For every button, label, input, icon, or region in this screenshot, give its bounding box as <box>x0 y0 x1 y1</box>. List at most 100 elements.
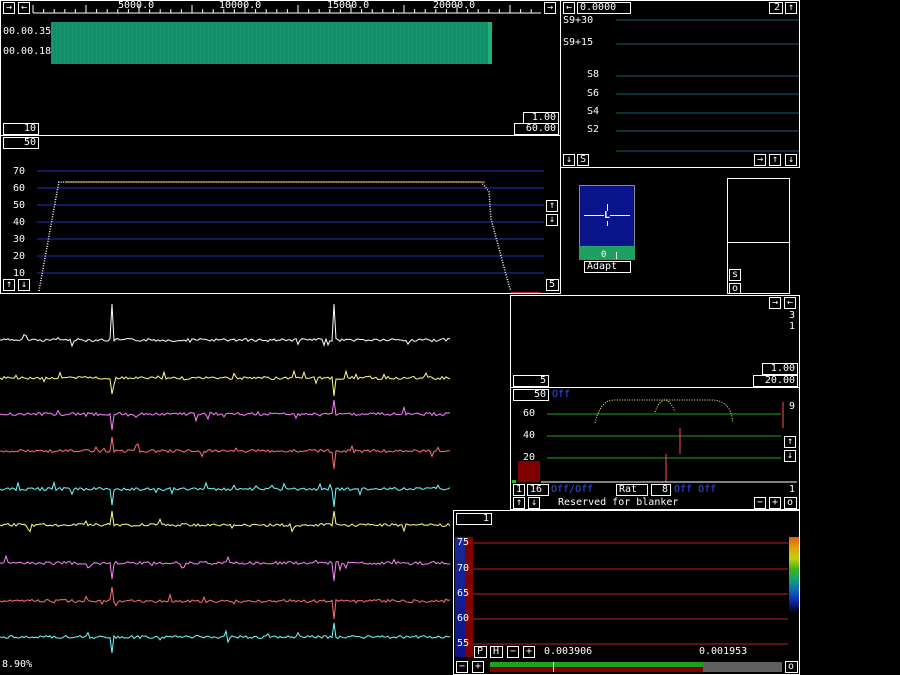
blanker-ch1[interactable]: 1 <box>513 484 525 496</box>
afc-value: 0 <box>601 250 607 260</box>
minus-icon[interactable]: − <box>507 646 519 658</box>
freq-tick-label: 5000.0 <box>118 0 155 11</box>
blanker-bottom-right: 1 <box>789 484 796 495</box>
minus-icon[interactable]: − <box>754 497 766 509</box>
y-tick-label: 75 <box>457 537 470 548</box>
baseband-o-button[interactable]: o <box>785 661 798 673</box>
waterfall-span[interactable]: 60.00 <box>514 123 559 135</box>
minus-icon[interactable]: − <box>456 661 468 673</box>
blanker-curve <box>654 399 676 413</box>
arrow-down-icon[interactable]: ↓ <box>528 497 540 509</box>
timf-trace <box>0 480 451 508</box>
arrow-up-icon[interactable]: ↑ <box>784 436 796 448</box>
arrow-up-icon[interactable]: ↑ <box>3 279 15 291</box>
spectrum-right-value[interactable]: 5 <box>546 279 559 291</box>
arrow-left-icon[interactable]: ← <box>784 297 796 309</box>
side-panel: s o <box>727 178 790 294</box>
plus-icon[interactable]: + <box>523 646 535 658</box>
y-tick-label: 40 <box>523 430 536 441</box>
arrow-down-icon[interactable]: ↓ <box>546 214 558 226</box>
waterfall-avg[interactable]: 10 <box>3 123 39 135</box>
coherent-avg[interactable]: 5 <box>513 375 549 387</box>
coherent-window: → ← 3 1 1.00 5 20.00 <box>510 295 800 388</box>
rat-value[interactable]: 8 <box>651 484 671 496</box>
spectrum-plot <box>37 170 544 293</box>
blanker-window: 50 Off 60 40 20 9 ↑ ↓ 1 16 Off/Off Rat 8… <box>510 387 800 510</box>
afc-marker <box>616 252 617 259</box>
smeter-window: ← 0.0000 2 ↑ S9+30 S9+15 S8 S6 S4 S2 ↓ S… <box>560 0 800 168</box>
smeter-s-button[interactable]: S <box>577 154 589 166</box>
baseband-window: 1 75 70 65 60 55 P H − + 0.003906 0.0019… <box>453 510 800 675</box>
y-tick-label: 40 <box>13 217 26 228</box>
side-divider <box>728 242 789 243</box>
arrow-up-icon[interactable]: ↑ <box>546 200 558 212</box>
afc-display[interactable]: L <box>579 185 635 247</box>
blanker-o-button[interactable]: o <box>784 497 797 509</box>
s-level-label: S9+30 <box>563 15 594 26</box>
y-tick-label: 20 <box>13 251 26 262</box>
rat-label: Rat <box>616 484 648 496</box>
waterfall-edge <box>488 22 492 64</box>
frequency-scale <box>32 5 541 14</box>
coherent-span[interactable]: 20.00 <box>753 375 798 387</box>
baseband-value-2: 0.001953 <box>699 646 748 657</box>
spectrum-trace <box>38 181 512 292</box>
afc-widget: L 0 Adapt <box>578 184 636 276</box>
s-level-label: S8 <box>587 69 600 80</box>
time-label: 00.00.18 <box>3 46 52 57</box>
blanker-ch2[interactable]: 16 <box>527 484 549 496</box>
timf-trace <box>0 369 451 397</box>
arrow-down-icon[interactable]: ↓ <box>18 279 30 291</box>
timf-trace <box>0 510 451 533</box>
blanker-level-bar <box>518 461 540 482</box>
arrow-up-icon[interactable]: ↑ <box>769 154 781 166</box>
blanker-right-value: 9 <box>789 401 796 412</box>
y-tick-label: 55 <box>457 638 470 649</box>
time-label: 00.00.35 <box>3 26 52 37</box>
blanker-indicator <box>512 480 516 483</box>
freq-tick-label: 10000.0 <box>219 0 262 11</box>
arrow-down-icon[interactable]: ↓ <box>785 154 797 166</box>
y-tick-label: 70 <box>13 166 26 177</box>
s-level-label: S9+15 <box>563 37 594 48</box>
plus-icon[interactable]: + <box>769 497 781 509</box>
h-button[interactable]: H <box>490 646 503 658</box>
cpu-load: 8.90% <box>2 659 33 670</box>
y-tick-label: 60 <box>13 183 26 194</box>
y-tick-label: 10 <box>13 268 26 279</box>
baseband-slider-fill <box>490 662 704 672</box>
timf-traces <box>0 303 451 654</box>
arrow-up-icon[interactable]: ↑ <box>513 497 525 509</box>
waterfall-image <box>51 22 492 64</box>
s-level-label: S2 <box>587 124 600 135</box>
arrow-right-icon[interactable]: → <box>544 2 556 14</box>
coherent-gain[interactable]: 1.00 <box>762 363 798 375</box>
smeter-grid <box>616 19 799 152</box>
baseband-slider[interactable] <box>490 662 782 672</box>
timf-trace <box>0 399 451 431</box>
p-button[interactable]: P <box>474 646 487 658</box>
y-tick-label: 30 <box>13 234 26 245</box>
coherent-value: 1 <box>789 321 796 332</box>
timf-trace <box>0 436 451 470</box>
side-s-button[interactable]: s <box>729 269 741 281</box>
arrow-right-icon[interactable]: → <box>754 154 766 166</box>
spectrum-window: 50 70 60 50 40 30 20 10 ↑ ↓ ↑ ↓ 5 <box>0 135 561 294</box>
s-level-label: S4 <box>587 106 600 117</box>
y-tick-label: 60 <box>523 408 536 419</box>
arrow-down-icon[interactable]: ↓ <box>563 154 575 166</box>
freq-tick-label: 20000.0 <box>433 0 476 11</box>
freq-tick-label: 15000.0 <box>327 0 370 11</box>
arrow-down-icon[interactable]: ↓ <box>784 450 796 462</box>
blanker-mode-right[interactable]: Off Off <box>674 485 716 495</box>
timf-trace <box>0 586 451 620</box>
baseband-slider-marker <box>553 662 554 672</box>
side-o-button[interactable]: o <box>729 283 741 293</box>
y-tick-label: 50 <box>13 200 26 211</box>
plus-icon[interactable]: + <box>472 661 484 673</box>
coherent-value: 3 <box>789 310 796 321</box>
blanker-curve <box>594 399 734 424</box>
adapt-button[interactable]: Adapt <box>584 261 631 273</box>
arrow-right-icon[interactable]: → <box>769 297 781 309</box>
blanker-mode-left[interactable]: Off/Off <box>551 485 593 495</box>
